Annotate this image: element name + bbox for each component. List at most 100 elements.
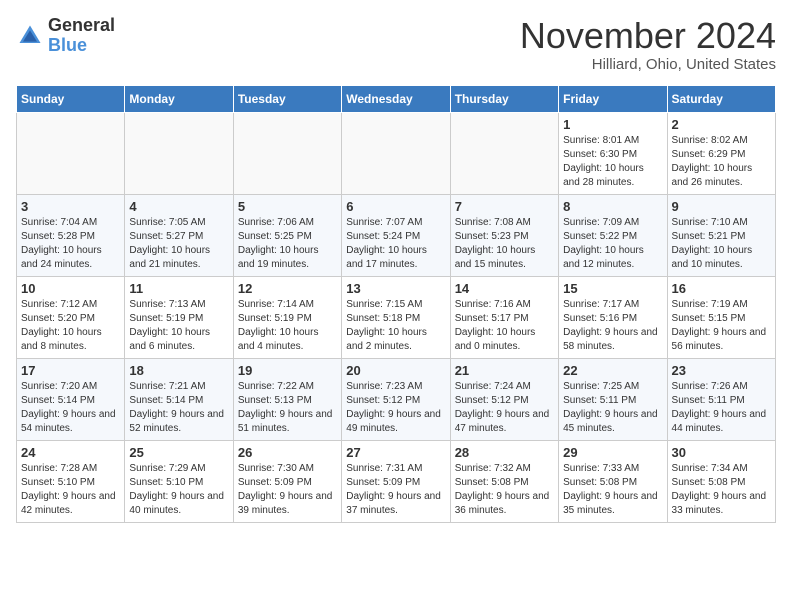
day-number: 21 [455, 363, 554, 378]
month-title: November 2024 [520, 16, 776, 56]
day-number: 28 [455, 445, 554, 460]
day-number: 14 [455, 281, 554, 296]
day-info: Sunrise: 7:23 AMSunset: 5:12 PMDaylight:… [346, 380, 445, 436]
day-number: 24 [21, 445, 120, 460]
day-cell: 10 Sunrise: 7:12 AMSunset: 5:20 PMDayligh… [17, 276, 125, 358]
week-row-1: 1 Sunrise: 8:01 AMSunset: 6:30 PMDaylight… [17, 112, 776, 194]
day-number: 9 [672, 199, 771, 214]
day-number: 12 [238, 281, 337, 296]
day-info: Sunrise: 7:10 AMSunset: 5:21 PMDaylight:… [672, 216, 771, 272]
day-info: Sunrise: 7:06 AMSunset: 5:25 PMDaylight:… [238, 216, 337, 272]
day-number: 13 [346, 281, 445, 296]
day-info: Sunrise: 7:21 AMSunset: 5:14 PMDaylight:… [129, 380, 228, 436]
day-cell: 22Sunrise: 7:25 AMSunset: 5:11 PMDayligh… [559, 358, 667, 440]
day-number: 10 [21, 281, 120, 296]
weekday-header-saturday: Saturday [667, 85, 775, 112]
day-cell [342, 112, 450, 194]
weekday-header-friday: Friday [559, 85, 667, 112]
day-info: Sunrise: 7:32 AMSunset: 5:08 PMDaylight:… [455, 462, 554, 518]
day-number: 4 [129, 199, 228, 214]
day-number: 11 [129, 281, 228, 296]
day-cell [233, 112, 341, 194]
day-number: 30 [672, 445, 771, 460]
day-info: Sunrise: 7:29 AMSunset: 5:10 PMDaylight:… [129, 462, 228, 518]
calendar: SundayMondayTuesdayWednesdayThursdayFrid… [16, 85, 776, 523]
day-info: Sunrise: 7:12 AMSunset: 5:20 PMDaylight:… [21, 298, 120, 354]
day-info: Sunrise: 7:33 AMSunset: 5:08 PMDaylight:… [563, 462, 662, 518]
day-info: Sunrise: 8:01 AMSunset: 6:30 PMDaylight:… [563, 134, 662, 190]
day-cell: 24 Sunrise: 7:28 AMSunset: 5:10 PMDayligh… [17, 440, 125, 522]
day-cell: 23Sunrise: 7:26 AMSunset: 5:11 PMDayligh… [667, 358, 775, 440]
weekday-header-monday: Monday [125, 85, 233, 112]
day-number: 5 [238, 199, 337, 214]
day-info: Sunrise: 7:22 AMSunset: 5:13 PMDaylight:… [238, 380, 337, 436]
day-number: 20 [346, 363, 445, 378]
day-cell: 4 Sunrise: 7:05 AMSunset: 5:27 PMDaylight… [125, 194, 233, 276]
day-info: Sunrise: 7:24 AMSunset: 5:12 PMDaylight:… [455, 380, 554, 436]
logo-icon [16, 22, 44, 50]
day-info: Sunrise: 7:13 AMSunset: 5:19 PMDaylight:… [129, 298, 228, 354]
day-number: 18 [129, 363, 228, 378]
day-info: Sunrise: 7:07 AMSunset: 5:24 PMDaylight:… [346, 216, 445, 272]
weekday-header-sunday: Sunday [17, 85, 125, 112]
weekday-header-thursday: Thursday [450, 85, 558, 112]
logo: General Blue [16, 16, 115, 56]
day-cell: 17 Sunrise: 7:20 AMSunset: 5:14 PMDayligh… [17, 358, 125, 440]
day-cell: 6Sunrise: 7:07 AMSunset: 5:24 PMDaylight… [342, 194, 450, 276]
day-info: Sunrise: 7:31 AMSunset: 5:09 PMDaylight:… [346, 462, 445, 518]
location: Hilliard, Ohio, United States [520, 56, 776, 73]
page-header: General Blue November 2024 Hilliard, Ohi… [16, 16, 776, 73]
day-number: 27 [346, 445, 445, 460]
day-number: 16 [672, 281, 771, 296]
day-info: Sunrise: 7:08 AMSunset: 5:23 PMDaylight:… [455, 216, 554, 272]
day-cell: 18 Sunrise: 7:21 AMSunset: 5:14 PMDayligh… [125, 358, 233, 440]
day-info: Sunrise: 7:20 AMSunset: 5:14 PMDaylight:… [21, 380, 120, 436]
day-cell: 26Sunrise: 7:30 AMSunset: 5:09 PMDayligh… [233, 440, 341, 522]
day-info: Sunrise: 7:15 AMSunset: 5:18 PMDaylight:… [346, 298, 445, 354]
day-cell [125, 112, 233, 194]
day-cell: 29 Sunrise: 7:33 AMSunset: 5:08 PMDayligh… [559, 440, 667, 522]
day-number: 29 [563, 445, 662, 460]
day-number: 2 [672, 117, 771, 132]
day-number: 19 [238, 363, 337, 378]
day-cell: 28 Sunrise: 7:32 AMSunset: 5:08 PMDayligh… [450, 440, 558, 522]
day-info: Sunrise: 7:05 AMSunset: 5:27 PMDaylight:… [129, 216, 228, 272]
day-cell: 16Sunrise: 7:19 AMSunset: 5:15 PMDayligh… [667, 276, 775, 358]
day-info: Sunrise: 7:28 AMSunset: 5:10 PMDaylight:… [21, 462, 120, 518]
day-cell: 25 Sunrise: 7:29 AMSunset: 5:10 PMDayligh… [125, 440, 233, 522]
day-number: 8 [563, 199, 662, 214]
day-cell [450, 112, 558, 194]
day-cell: 9 Sunrise: 7:10 AMSunset: 5:21 PMDaylight… [667, 194, 775, 276]
week-row-2: 3 Sunrise: 7:04 AMSunset: 5:28 PMDaylight… [17, 194, 776, 276]
day-cell: 7 Sunrise: 7:08 AMSunset: 5:23 PMDaylight… [450, 194, 558, 276]
day-cell: 3 Sunrise: 7:04 AMSunset: 5:28 PMDaylight… [17, 194, 125, 276]
day-number: 23 [672, 363, 771, 378]
day-cell: 14 Sunrise: 7:16 AMSunset: 5:17 PMDayligh… [450, 276, 558, 358]
day-cell: 27 Sunrise: 7:31 AMSunset: 5:09 PMDayligh… [342, 440, 450, 522]
week-row-4: 17 Sunrise: 7:20 AMSunset: 5:14 PMDayligh… [17, 358, 776, 440]
day-number: 3 [21, 199, 120, 214]
day-cell: 2 Sunrise: 8:02 AMSunset: 6:29 PMDaylight… [667, 112, 775, 194]
day-info: Sunrise: 8:02 AMSunset: 6:29 PMDaylight:… [672, 134, 771, 190]
day-cell: 5 Sunrise: 7:06 AMSunset: 5:25 PMDaylight… [233, 194, 341, 276]
weekday-header-wednesday: Wednesday [342, 85, 450, 112]
day-info: Sunrise: 7:17 AMSunset: 5:16 PMDaylight:… [563, 298, 662, 354]
day-cell: 21 Sunrise: 7:24 AMSunset: 5:12 PMDayligh… [450, 358, 558, 440]
day-number: 22 [563, 363, 662, 378]
day-info: Sunrise: 7:16 AMSunset: 5:17 PMDaylight:… [455, 298, 554, 354]
day-cell: 11 Sunrise: 7:13 AMSunset: 5:19 PMDayligh… [125, 276, 233, 358]
day-cell: 15Sunrise: 7:17 AMSunset: 5:16 PMDayligh… [559, 276, 667, 358]
day-number: 17 [21, 363, 120, 378]
day-number: 25 [129, 445, 228, 460]
day-number: 1 [563, 117, 662, 132]
day-number: 7 [455, 199, 554, 214]
day-info: Sunrise: 7:04 AMSunset: 5:28 PMDaylight:… [21, 216, 120, 272]
logo-text: General Blue [48, 16, 115, 56]
day-cell: 30Sunrise: 7:34 AMSunset: 5:08 PMDayligh… [667, 440, 775, 522]
day-cell: 20 Sunrise: 7:23 AMSunset: 5:12 PMDayligh… [342, 358, 450, 440]
week-row-3: 10 Sunrise: 7:12 AMSunset: 5:20 PMDayligh… [17, 276, 776, 358]
day-cell: 13 Sunrise: 7:15 AMSunset: 5:18 PMDayligh… [342, 276, 450, 358]
day-cell: 12Sunrise: 7:14 AMSunset: 5:19 PMDayligh… [233, 276, 341, 358]
day-cell: 19 Sunrise: 7:22 AMSunset: 5:13 PMDayligh… [233, 358, 341, 440]
day-cell [17, 112, 125, 194]
